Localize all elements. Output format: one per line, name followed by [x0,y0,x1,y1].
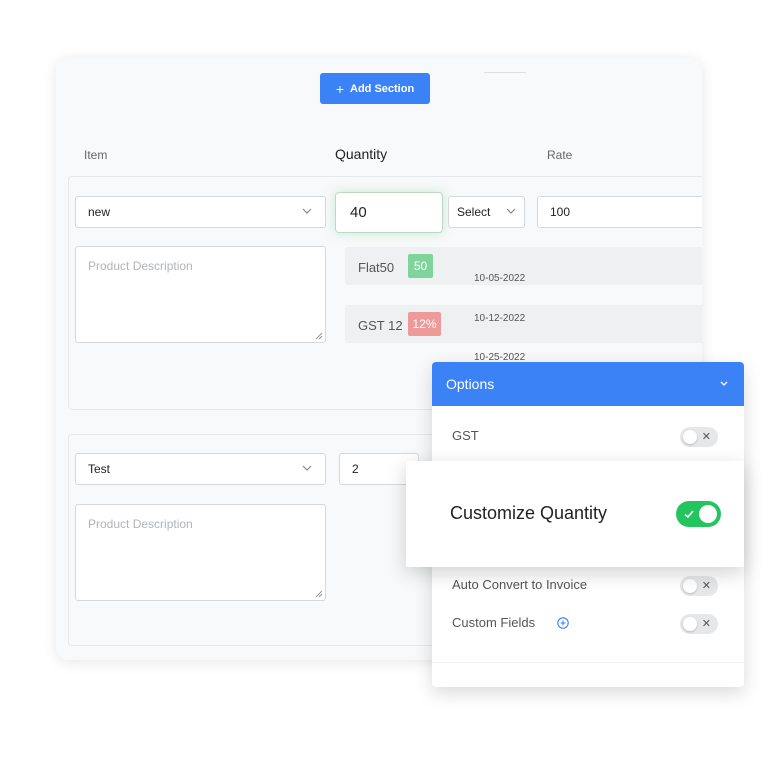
add-section-label: Add Section [350,82,415,95]
close-icon: ✕ [701,618,711,630]
option-label-custom-fields: Custom Fields [452,615,536,630]
check-icon [684,510,694,519]
toggle-auto-convert[interactable]: ✕ [680,576,718,596]
resize-grip-icon[interactable] [315,590,323,598]
tax-date: 10-12-2022 [474,313,526,324]
chevron-down-icon [302,465,312,471]
toggle-knob [683,579,697,593]
toggle-knob [683,617,697,631]
add-section-button[interactable]: + Add Section [320,73,430,104]
customize-quantity-card: Customize Quantity [406,461,744,567]
item-select[interactable]: new [75,196,326,228]
quantity-input[interactable]: 40 [335,192,443,233]
divider [432,662,744,663]
item-select-value: Test [88,462,111,476]
close-icon: ✕ [701,431,711,443]
rate-input[interactable]: 100 [537,196,702,228]
tax-label: GST 12 [358,318,403,333]
option-label-auto-convert: Auto Convert to Invoice [452,577,588,592]
options-title: Options [446,376,495,392]
description-placeholder: Product Description [88,259,193,273]
chevron-down-icon[interactable] [718,378,730,390]
description-textarea[interactable]: Product Description [75,246,326,343]
column-header-item: Item [84,148,108,162]
close-icon: ✕ [701,580,711,592]
tax-badge: 50 [408,254,433,278]
divider [484,72,526,73]
customize-quantity-label: Customize Quantity [450,503,608,523]
toggle-knob [683,430,697,444]
item-select-value: new [88,205,111,219]
option-label-gst: GST [452,428,479,443]
toggle-custom-fields[interactable]: ✕ [680,614,718,634]
tax-label: Flat50 [358,260,395,275]
toggle-customize-quantity[interactable] [676,501,721,527]
chevron-down-icon [302,208,312,214]
unit-select-value: Select [457,205,491,219]
quantity-value: 40 [350,204,367,221]
column-header-quantity: Quantity [335,146,388,162]
toggle-knob [699,505,717,523]
column-header-rate: Rate [547,148,573,162]
add-circle-icon[interactable] [557,617,569,629]
tax-badge: 12% [408,312,441,336]
item-select[interactable]: Test [75,453,326,485]
options-header[interactable]: Options [432,362,744,406]
plus-icon: + [335,80,344,97]
toggle-gst[interactable]: ✕ [680,427,718,447]
description-placeholder: Product Description [88,517,193,531]
chevron-down-icon [506,208,516,214]
rate-value: 100 [550,205,571,219]
quantity-value: 2 [352,462,359,476]
unit-select[interactable]: Select [448,196,525,228]
tax-date: 10-05-2022 [474,273,526,284]
description-textarea[interactable]: Product Description [75,504,326,601]
resize-grip-icon[interactable] [315,332,323,340]
